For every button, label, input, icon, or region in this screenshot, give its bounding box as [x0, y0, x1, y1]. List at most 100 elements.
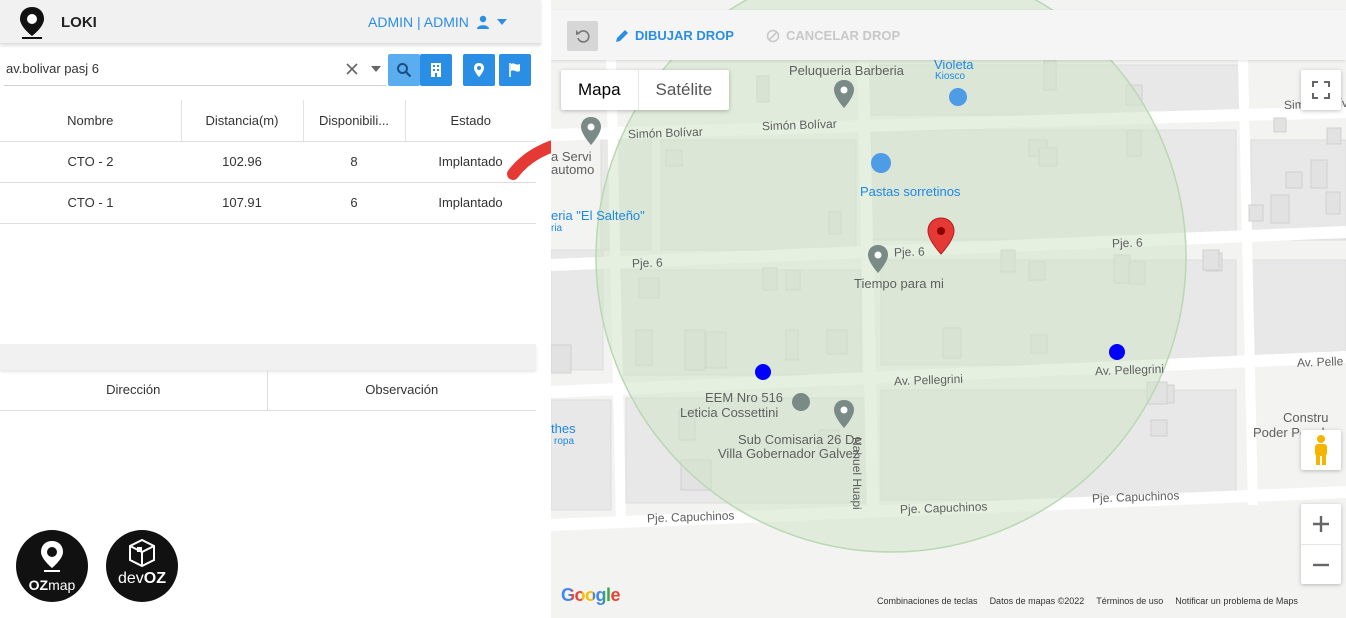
- map-pin-icon: [41, 541, 63, 572]
- cancel-drop-button[interactable]: CANCELAR DROP: [766, 28, 900, 43]
- poi-label: Peluqueria Barberia: [789, 63, 904, 78]
- user-label: ADMIN | ADMIN: [368, 14, 469, 30]
- search-button[interactable]: [388, 54, 420, 86]
- poi-label: Leticia Cossettini: [680, 405, 779, 420]
- cell-nombre: CTO - 2: [0, 141, 181, 183]
- draw-drop-button[interactable]: DIBUJAR DROP: [615, 28, 734, 43]
- devoz-logo-oz: OZ: [143, 570, 166, 587]
- zoom-in-button[interactable]: [1301, 504, 1341, 544]
- terms-link[interactable]: Términos de uso: [1096, 596, 1163, 606]
- map-pin-icon: [474, 63, 484, 77]
- user-menu[interactable]: ADMIN | ADMIN: [368, 14, 507, 30]
- column-header-direccion[interactable]: Dirección: [0, 370, 267, 411]
- building-icon: [431, 63, 441, 77]
- report-problem-link[interactable]: Notificar un problema de Maps: [1175, 596, 1298, 606]
- draw-drop-label: DIBUJAR DROP: [635, 28, 734, 43]
- cell-nombre: CTO - 1: [0, 182, 181, 224]
- poi-label: Tiempo para mi: [854, 276, 944, 291]
- road-label: Simón Bolívar: [761, 116, 837, 134]
- map-type-map[interactable]: Mapa: [561, 70, 638, 110]
- close-icon[interactable]: [345, 62, 359, 76]
- search-icon: [397, 63, 412, 78]
- undo-button[interactable]: [567, 21, 598, 51]
- poi-label: Pastas sorretinos: [860, 184, 961, 199]
- search-row: [0, 52, 541, 88]
- app-root: LOKI ADMIN | ADMIN av.bolivar pasj 6 Nom…: [0, 0, 1346, 618]
- pegman-icon: [1315, 435, 1327, 465]
- map-view[interactable]: Violeta Kiosco Peluqueria Barberia Simón…: [551, 0, 1346, 618]
- app-title: LOKI: [61, 14, 97, 31]
- zoom-control: [1301, 504, 1341, 584]
- cto-results-table: Nombre Distancia(m) Disponibili... Estad…: [0, 100, 536, 224]
- search-input[interactable]: [4, 52, 386, 86]
- location-button[interactable]: [463, 54, 495, 86]
- ozmap-logo-map: map: [48, 577, 76, 593]
- map-type-satellite[interactable]: Satélite: [637, 70, 730, 110]
- google-logo[interactable]: Google: [561, 585, 621, 606]
- road-label: Av. Pelle: [1296, 354, 1344, 370]
- devoz-logo-dev: dev: [117, 570, 144, 587]
- cell-disponibilidad: 8: [303, 141, 405, 183]
- column-header-nombre[interactable]: Nombre: [0, 100, 181, 142]
- keyboard-shortcuts-link[interactable]: Combinaciones de teclas: [877, 596, 978, 606]
- map-toolbar: DIBUJAR DROP CANCELAR DROP: [551, 10, 1346, 60]
- road-label: Pje. 6: [893, 244, 925, 260]
- fullscreen-icon: [1312, 81, 1330, 99]
- map-attribution: Combinaciones de teclas Datos de mapas ©…: [877, 596, 1298, 606]
- minus-icon: [1313, 563, 1329, 566]
- column-header-observacion[interactable]: Observación: [266, 370, 536, 411]
- cell-estado: Implantado: [405, 182, 536, 224]
- map-type-control: Mapa Satélite: [561, 70, 730, 110]
- chevron-down-icon: [496, 19, 507, 25]
- poi-label: Kiosco: [935, 71, 966, 82]
- left-panel: LOKI ADMIN | ADMIN av.bolivar pasj 6 Nom…: [0, 0, 541, 618]
- google-logo-text: Google: [561, 585, 621, 605]
- poi-label: Villa Gobernador Galvez: [718, 446, 860, 461]
- panel-divider[interactable]: [0, 344, 536, 370]
- building-button[interactable]: [420, 54, 452, 86]
- loki-logo-icon[interactable]: [18, 6, 46, 42]
- table-row[interactable]: CTO - 1 107.91 6 Implantado: [0, 182, 536, 224]
- table-header-row: Dirección Observación: [0, 370, 536, 411]
- ozmap-logo-oz: OZ: [28, 577, 49, 593]
- cancel-icon: [766, 29, 780, 42]
- column-header-distancia[interactable]: Distancia(m): [180, 100, 303, 142]
- cell-distancia: 107.91: [181, 182, 303, 224]
- poi-label: Sub Comisaria 26 De: [738, 432, 862, 447]
- map-data-label: Datos de mapas ©2022: [989, 596, 1085, 606]
- poi-label: ropa: [554, 436, 575, 447]
- plus-icon: [1313, 516, 1329, 532]
- zoom-out-button[interactable]: [1301, 544, 1341, 584]
- ozmap-logo: OZmap: [16, 530, 88, 602]
- flag-button[interactable]: [499, 54, 531, 86]
- cto-marker[interactable]: [1109, 344, 1125, 360]
- cancel-drop-label: CANCELAR DROP: [786, 28, 901, 43]
- address-table: Dirección Observación: [0, 370, 536, 411]
- user-icon: [476, 15, 489, 29]
- poi-label: Constru: [1283, 410, 1329, 425]
- devoz-logo: devOZ: [106, 530, 178, 602]
- road-label: Av. Pellegrini: [893, 371, 964, 389]
- poi-label: ria: [551, 223, 563, 234]
- road-label: Pje. 6: [1111, 235, 1143, 251]
- ozmap-logo-text: OZmap: [16, 577, 88, 593]
- cell-disponibilidad: 6: [303, 182, 405, 224]
- devoz-logo-text: devOZ: [106, 570, 178, 588]
- fullscreen-button[interactable]: [1301, 70, 1341, 110]
- top-bar: LOKI ADMIN | ADMIN: [0, 0, 541, 44]
- table-row[interactable]: CTO - 2 102.96 8 Implantado: [0, 141, 536, 183]
- cell-distancia: 102.96: [181, 141, 303, 183]
- chevron-down-icon[interactable]: [371, 66, 381, 72]
- street-view-button[interactable]: [1301, 430, 1341, 470]
- pencil-icon: [616, 29, 628, 42]
- poi-label: eria "El Salteño": [551, 208, 645, 223]
- column-header-disponibilidad[interactable]: Disponibili...: [302, 100, 405, 142]
- flag-icon: [509, 63, 520, 77]
- road-label: Pje. 6: [631, 255, 663, 271]
- road-label: Av. Pellegrini: [1094, 361, 1165, 379]
- poi-label: automo: [551, 162, 595, 177]
- cto-marker[interactable]: [755, 364, 771, 380]
- poi-label: EEM Nro 516: [705, 390, 784, 405]
- undo-icon: [575, 30, 590, 43]
- poi-label: thes: [551, 421, 576, 436]
